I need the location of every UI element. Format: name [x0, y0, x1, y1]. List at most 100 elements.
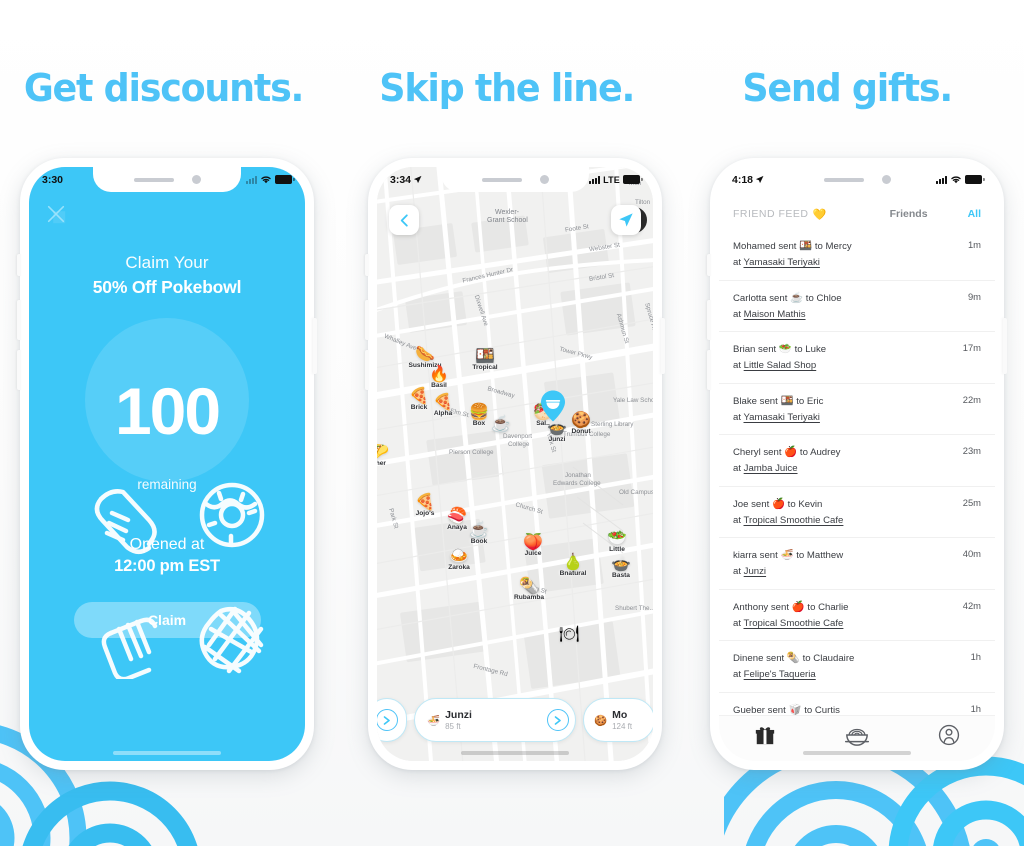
feed-at-label: at	[733, 463, 744, 475]
tab-friends[interactable]: Friends	[890, 208, 928, 220]
feed-sender: Dinene sent	[733, 653, 787, 665]
tab-all[interactable]: All	[968, 208, 981, 220]
map-pin-label: Basta	[612, 572, 630, 579]
feed-timestamp: 25m	[962, 496, 981, 508]
feed-venue-link[interactable]: Tropical Smoothie Cafe	[744, 515, 844, 526]
feed-row-text: Blake sent 🍱 to Eric at Yamasaki Teriyaki	[733, 393, 823, 426]
feed-timestamp: 1h	[970, 702, 981, 714]
feed-item-emoji: 🍱	[780, 394, 794, 407]
feed-item-emoji: 🍎	[771, 497, 786, 510]
feed-venue-link[interactable]: Tropical Smoothie Cafe	[744, 618, 844, 629]
map-locate-button[interactable]	[611, 205, 641, 235]
venue-emoji: 🍜	[427, 714, 441, 727]
feed-row[interactable]: kiarra sent 🍜 to Matthew at Junzi 40m	[719, 537, 995, 589]
feed-row[interactable]: Joe sent 🍎 to Kevin at Tropical Smoothie …	[719, 485, 995, 538]
map-pin[interactable]: 🍱 Tropical	[459, 349, 511, 372]
map-label: College	[508, 441, 530, 448]
map-pin-emoji: 🌮	[377, 444, 389, 461]
map-pin-label: Rubamba	[513, 594, 545, 601]
feed-sender: Cheryl sent	[733, 447, 785, 459]
map-pin[interactable]: ☕ Book	[453, 523, 505, 546]
map-pin[interactable]: 🥗 Little	[591, 531, 643, 554]
map-canvas[interactable]: Wexler- Grant School Foote St Webster St Til…	[377, 167, 653, 761]
feed-row-text: Gueber sent 🥡 to Curtisat	[733, 702, 840, 715]
chevron-right-icon[interactable]	[547, 709, 569, 731]
feed-venue-link[interactable]: Yamasaki Teriyaki	[744, 257, 820, 268]
feed-row-text: Dinene sent 🌯 to Claudaire at Felipe's Ta…	[733, 650, 854, 683]
feed-row[interactable]: Brian sent 🥗 to Luke at Little Salad Shop…	[719, 331, 995, 383]
feed-row[interactable]: Gueber sent 🥡 to Curtisat 1h	[719, 691, 995, 715]
feed-row[interactable]: Dinene sent 🌯 to Claudaire at Felipe's Ta…	[719, 640, 995, 692]
map-pin[interactable]: 🍐 Bnatural	[547, 555, 599, 578]
feed-venue-link[interactable]: Junzi	[744, 566, 766, 577]
map-pin[interactable]: 🍽	[543, 626, 595, 643]
home-indicator	[461, 751, 569, 755]
map-pin-label: Zaroka	[448, 564, 470, 571]
remaining-count: 100	[114, 374, 221, 448]
map-pin[interactable]: 🍲 Basta	[595, 556, 647, 580]
feed-recipient: to Audrey	[797, 447, 841, 459]
feed-at-label: at	[733, 308, 744, 320]
promo-screenshot: Get discounts. Skip the line. Send gifts…	[0, 0, 1024, 846]
selected-map-pin[interactable]	[539, 389, 567, 423]
feed-venue-link[interactable]: Little Salad Shop	[744, 360, 817, 371]
feed-row-text: Brian sent 🥗 to Luke at Little Salad Shop	[733, 341, 826, 374]
map-pin[interactable]: 🌮cher	[377, 444, 405, 468]
map-pin[interactable]: 🍛 Zaroka	[433, 549, 485, 572]
network-type: LTE	[603, 174, 620, 185]
feed-venue-link[interactable]: Jamba Juice	[744, 463, 798, 474]
feed-header: FRIEND FEED 💛 Friends All	[719, 199, 995, 229]
feed-sender: Brian sent	[733, 344, 779, 356]
remaining-caption: remaining	[137, 477, 197, 492]
signal-icon	[936, 175, 947, 184]
feed-list[interactable]: Mohamed sent 🍱 to Mercy at Yamasaki Teriy…	[719, 229, 995, 715]
feed-venue-link[interactable]: Yamasaki Teriyaki	[744, 412, 820, 423]
map-label: Tilton	[635, 199, 651, 206]
map-label: Grant School	[487, 217, 528, 224]
map-pin[interactable]: 🍑 Juice	[507, 535, 559, 558]
feed-recipient: to Chloe	[803, 292, 842, 304]
map-roads	[377, 167, 653, 761]
feed-row[interactable]: Carlotta sent ☕ to Chloe at Maison Mathis…	[719, 279, 995, 332]
feed-recipient: to Eric	[793, 395, 824, 407]
status-time: 3:34	[390, 173, 412, 186]
feed-row[interactable]: Cheryl sent 🍎 to Audrey at Jamba Juice 23m	[719, 434, 995, 486]
map-pin-emoji: 🍲	[611, 556, 631, 573]
feed-row-text: Mohamed sent 🍱 to Mercy at Yamasaki Teriy…	[733, 238, 852, 271]
tab-profile[interactable]	[903, 724, 995, 746]
feed-row[interactable]: Mohamed sent 🍱 to Mercy at Yamasaki Teriy…	[719, 229, 995, 280]
feed-venue-link[interactable]: Maison Mathis	[744, 309, 806, 320]
speaker-grille	[823, 177, 864, 182]
feed-at-label: at	[733, 257, 744, 268]
close-icon[interactable]	[45, 203, 67, 225]
feed-sender: kiarra sent	[733, 550, 781, 562]
map-label: Yale Law School	[613, 397, 653, 404]
feed-row[interactable]: Anthony sent 🍎 to Charlie at Tropical Smo…	[719, 588, 995, 641]
wifi-icon	[951, 176, 961, 184]
map-pin-emoji: 🍽	[558, 626, 580, 643]
headline-get-discounts: Get discounts.	[23, 66, 305, 110]
venue-distance: 124 ft	[612, 722, 633, 731]
battery-icon	[623, 175, 643, 184]
map-back-button[interactable]	[389, 205, 419, 235]
map-pin[interactable]: 🔥 Basil	[413, 366, 465, 390]
map-pin-emoji: 🔥	[429, 366, 449, 383]
map-label: Wexler-	[495, 209, 519, 216]
carousel-prev-card[interactable]	[377, 698, 407, 742]
venue-card-next[interactable]: 🍪 Mo 124 ft	[583, 698, 653, 742]
feed-sender: Blake sent	[733, 395, 781, 407]
feed-venue-link[interactable]: Felipe's Taqueria	[744, 669, 816, 680]
feed-row-text: Cheryl sent 🍎 to Audrey at Jamba Juice	[733, 444, 840, 477]
location-arrow-icon	[413, 175, 422, 184]
feed-row-text: Anthony sent 🍎 to Charlie at Tropical Smo…	[733, 599, 848, 632]
venue-card-primary[interactable]: 🍜 Junzi 85 ft	[414, 698, 576, 742]
venue-card-carousel[interactable]: 🍜 Junzi 85 ft 🍪 Mo 124 ft	[377, 697, 653, 743]
tab-gifts[interactable]	[719, 724, 811, 746]
heart-icon: 💛	[812, 208, 827, 221]
tab-food[interactable]	[811, 724, 903, 746]
home-indicator	[113, 751, 221, 755]
notch	[441, 167, 589, 192]
map-pin[interactable]: 🌯 Rubamba	[503, 579, 555, 602]
bowl-icon	[845, 728, 869, 746]
feed-row[interactable]: Blake sent 🍱 to Eric at Yamasaki Teriyaki…	[719, 382, 995, 435]
